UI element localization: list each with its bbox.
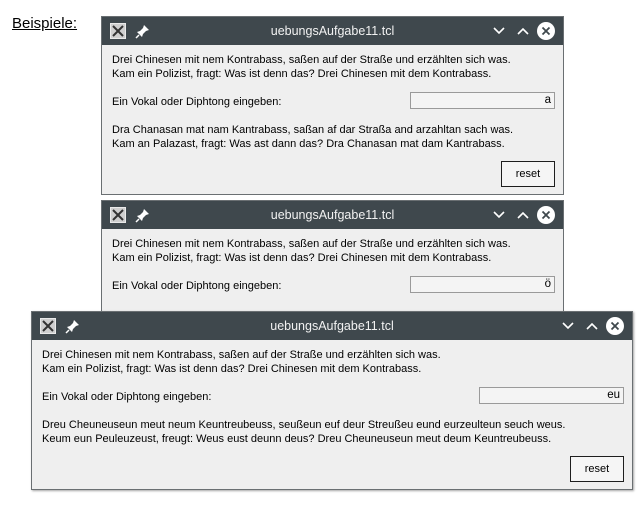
original-text-line-1: Drei Chinesen mit nem Kontrabass, saßen … [112,54,511,66]
original-text-line-2: Kam ein Polizist, fragt: Was ist denn da… [112,68,492,80]
result-text-line-1: Dreu Cheuneuseun meut neum Keuntreubeuss… [42,419,566,431]
title-bar[interactable]: uebungsAufgabe11.tcl [102,17,563,45]
close-icon[interactable] [537,206,555,224]
vowel-input[interactable]: a [410,92,555,109]
close-icon[interactable] [537,22,555,40]
original-text-line-1: Drei Chinesen mit nem Kontrabass, saßen … [112,238,511,250]
result-text-line-2: Keum eun Peuleuzeust, freugt: Weus eust … [42,433,552,445]
original-text-line-2: Kam ein Polizist, fragt: Was ist denn da… [42,363,422,375]
window-example-eu: uebungsAufgabe11.tcl Drei Chinesen mit n… [31,311,633,490]
vowel-prompt-label: Ein Vokal oder Diphtong eingeben: [112,280,282,292]
close-icon[interactable] [606,317,624,335]
maximize-icon[interactable] [515,207,531,223]
original-text-line-1: Drei Chinesen mit nem Kontrabass, saßen … [42,349,441,361]
vowel-input[interactable]: ö [410,276,555,293]
reset-button[interactable]: reset [501,161,555,187]
original-text-line-2: Kam ein Polizist, fragt: Was ist denn da… [112,252,492,264]
vowel-prompt-label: Ein Vokal oder Diphtong eingeben: [42,391,212,403]
minimize-icon[interactable] [560,318,576,334]
maximize-icon[interactable] [515,23,531,39]
window-title: uebungsAufgabe11.tcl [270,319,394,333]
window-example-oe: uebungsAufgabe11.tcl Drei Chinesen mit n… [101,200,564,320]
vowel-prompt-label: Ein Vokal oder Diphtong eingeben: [112,96,282,108]
minimize-icon[interactable] [491,207,507,223]
result-text-line-1: Dra Chanasan mat nam Kantrabass, saßan a… [112,124,514,136]
reset-button[interactable]: reset [570,456,624,482]
title-bar[interactable]: uebungsAufgabe11.tcl [102,201,563,229]
vowel-input[interactable]: eu [479,387,624,404]
result-text-line-2: Kam an Palazast, fragt: Was ast dann das… [112,138,505,150]
minimize-icon[interactable] [491,23,507,39]
window-example-a: uebungsAufgabe11.tcl Drei Chinesen mit n… [101,16,564,195]
examples-heading: Beispiele: [12,15,78,32]
maximize-icon[interactable] [584,318,600,334]
title-bar[interactable]: uebungsAufgabe11.tcl [32,312,632,340]
